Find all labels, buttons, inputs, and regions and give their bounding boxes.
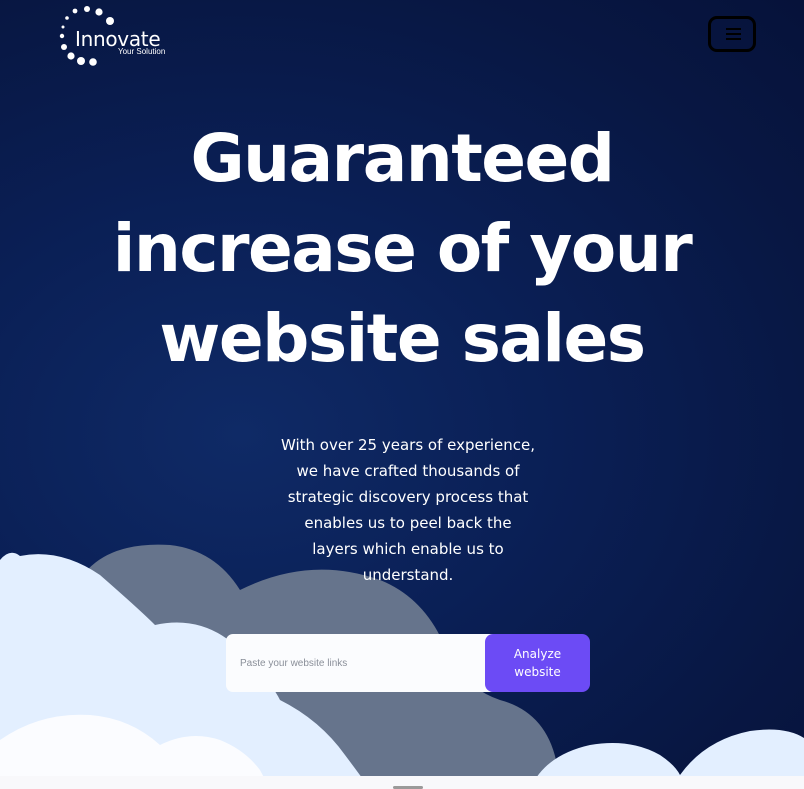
analyze-button-label: Analyze website bbox=[513, 647, 562, 679]
description-line: we have crafted thousands of bbox=[296, 462, 520, 480]
website-link-input[interactable] bbox=[226, 634, 502, 692]
description-line: With over 25 years of experience, bbox=[280, 436, 536, 454]
description-line: understand. bbox=[362, 566, 454, 584]
description-line: enables us to peel back the bbox=[304, 514, 512, 532]
description-line: strategic discovery process that bbox=[287, 488, 529, 506]
analyze-website-button[interactable]: Analyze website bbox=[485, 634, 590, 692]
description-line: layers which enable us to bbox=[312, 540, 504, 558]
hero-description: With over 25 years of experience, we hav… bbox=[262, 432, 554, 588]
analyze-form: Analyze website bbox=[226, 634, 590, 692]
hero-section: Innovate Your Solution Guaranteed increa… bbox=[0, 0, 804, 789]
